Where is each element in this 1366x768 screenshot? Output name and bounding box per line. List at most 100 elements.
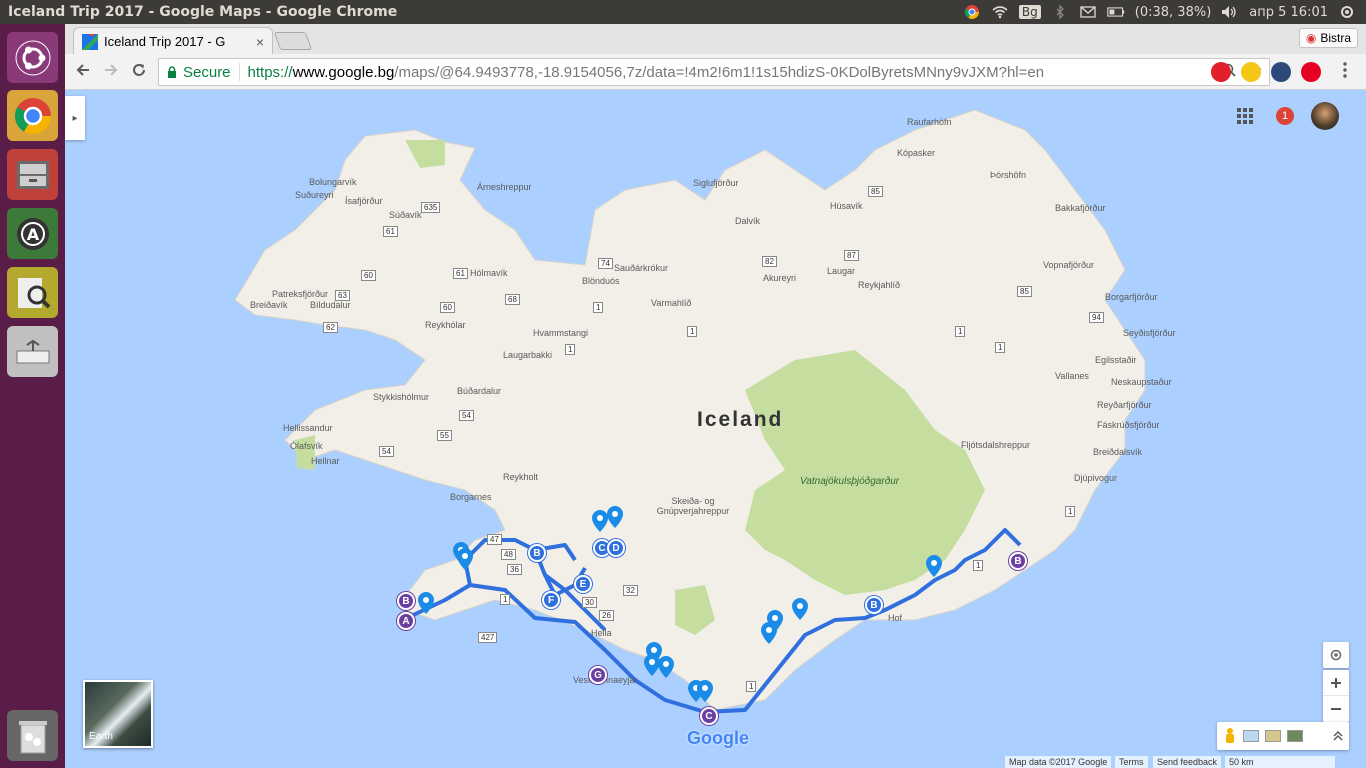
location-pin-icon[interactable] (592, 510, 608, 532)
location-pin-icon[interactable] (658, 656, 674, 678)
route-shield: 36 (507, 564, 522, 575)
mail-icon[interactable] (1079, 3, 1097, 21)
route-shield: 87 (844, 250, 859, 261)
my-location-button[interactable] (1323, 642, 1349, 668)
layers-strip (1217, 722, 1349, 750)
route-marker-e[interactable]: E (574, 575, 592, 593)
route-shield: 85 (868, 186, 883, 197)
rocket-extension-icon[interactable] (1271, 62, 1291, 82)
map-thumbnail[interactable] (1265, 730, 1281, 742)
terms-link[interactable]: Terms (1115, 756, 1148, 768)
route-marker-b[interactable]: B (865, 596, 883, 614)
notifications-badge[interactable]: 1 (1276, 107, 1294, 125)
route-shield: 63 (335, 290, 350, 301)
launcher-software-updater[interactable]: A (7, 208, 58, 259)
route-shield: 1 (995, 342, 1006, 353)
forward-button[interactable] (101, 62, 121, 82)
pinterest-extension-icon[interactable] (1301, 62, 1321, 82)
route-marker-b[interactable]: B (528, 544, 546, 562)
settings-gear-icon[interactable] (1338, 3, 1356, 21)
route-shield: 48 (501, 549, 516, 560)
zoom-in-button[interactable] (1323, 670, 1349, 696)
terrain-thumbnail[interactable] (1243, 730, 1259, 742)
unity-launcher: A (0, 24, 65, 768)
satellite-thumbnail[interactable] (1287, 730, 1303, 742)
back-button[interactable] (73, 62, 93, 82)
location-pin-icon[interactable] (767, 610, 783, 632)
wifi-icon[interactable] (991, 3, 1009, 21)
clock[interactable]: апр 5 16:01 (1249, 5, 1328, 20)
side-panel-toggle[interactable]: ▸ (65, 96, 85, 140)
route-marker-g[interactable]: G (589, 666, 607, 684)
tab-strip: Iceland Trip 2017 - G × ◉ Bistra (65, 24, 1366, 55)
apps-grid-button[interactable] (1237, 108, 1253, 128)
system-tray: Bg (0:38, 38%) апр 5 16:01 (963, 0, 1366, 24)
route-marker-b[interactable]: B (1009, 552, 1027, 570)
park-label: Vatnajökulsþjóðgarður (800, 476, 900, 487)
send-feedback-link[interactable]: Send feedback (1153, 756, 1222, 768)
country-label: Iceland (697, 408, 784, 431)
route-shield: 30 (582, 597, 597, 608)
chrome-menu-button[interactable] (1335, 62, 1355, 82)
security-indicator[interactable]: Secure (159, 63, 240, 81)
launcher-chrome[interactable] (7, 90, 58, 141)
file-cabinet-icon (16, 160, 49, 189)
lock-icon (168, 66, 176, 78)
location-pin-icon[interactable] (792, 598, 808, 620)
bluetooth-icon[interactable] (1051, 3, 1069, 21)
tab-iceland-trip[interactable]: Iceland Trip 2017 - G × (73, 27, 273, 55)
forward-arrow-icon (105, 64, 118, 76)
earth-view-toggle[interactable]: Earth (83, 680, 153, 748)
place-label: Vallanes (1055, 371, 1089, 381)
route-marker-f[interactable]: F (542, 591, 560, 609)
emoji-extension-icon[interactable] (1241, 62, 1261, 82)
new-tab-button[interactable] (273, 32, 313, 50)
place-label: Borgarfjörður (1105, 292, 1158, 302)
location-pin-icon[interactable] (607, 506, 623, 528)
map-data-credit: Map data ©2017 Google (1005, 756, 1112, 768)
launcher-files[interactable] (7, 149, 58, 200)
route-shield: 61 (453, 268, 468, 279)
route-shield: 82 (762, 256, 777, 267)
place-label: Ólafsvík (290, 441, 323, 451)
scale-bar[interactable]: 50 km (1225, 756, 1335, 768)
address-bar[interactable]: Secure https://www.google.bg/maps/@64.94… (158, 58, 1270, 86)
route-marker-a[interactable]: A (397, 612, 415, 630)
crosshair-icon (1330, 649, 1342, 661)
place-label: Egilsstaðir (1095, 355, 1137, 365)
route-marker-c[interactable]: C (700, 707, 718, 725)
route-shield: 54 (459, 410, 474, 421)
keyboard-layout-indicator[interactable]: Bg (1018, 5, 1041, 19)
ubuntu-dash-button[interactable] (7, 32, 58, 83)
launcher-document-viewer[interactable] (7, 267, 58, 318)
route-marker-b[interactable]: B (397, 592, 415, 610)
profile-button[interactable]: ◉ Bistra (1298, 28, 1358, 48)
route-shield: 1 (593, 302, 604, 313)
location-pin-icon[interactable] (457, 548, 473, 570)
battery-icon[interactable] (1107, 3, 1125, 21)
location-pin-icon[interactable] (926, 555, 942, 577)
url-scheme: https:// (247, 63, 293, 81)
user-avatar[interactable] (1311, 102, 1339, 130)
opera-extension-icon[interactable] (1211, 62, 1231, 82)
battery-status: (0:38, 38%) (1134, 4, 1212, 20)
location-pin-icon[interactable] (697, 680, 713, 702)
apps-grid-icon (1237, 108, 1253, 124)
zoom-out-button[interactable] (1323, 696, 1349, 722)
pegman-icon[interactable] (1223, 727, 1237, 745)
route-marker-d[interactable]: D (607, 539, 625, 557)
route-shield: 60 (440, 302, 455, 313)
reload-button[interactable] (129, 62, 149, 82)
tab-close-icon[interactable]: × (256, 34, 264, 50)
route-shield: 635 (421, 202, 441, 213)
map-canvas[interactable]: ▸ Iceland Vatnajökulsþjóðgarður Raufarhö… (65, 90, 1366, 768)
launcher-trash[interactable] (7, 710, 58, 761)
launcher-usb-drive[interactable] (7, 326, 58, 377)
chrome-tray-icon[interactable] (963, 3, 981, 21)
expand-chevron-up-icon[interactable] (1333, 731, 1343, 741)
url-host: www.google.bg (292, 63, 395, 81)
place-label: Dalvík (735, 216, 761, 226)
volume-icon[interactable] (1221, 3, 1239, 21)
location-pin-icon[interactable] (418, 592, 434, 614)
place-label: Hólmavík (470, 268, 508, 278)
